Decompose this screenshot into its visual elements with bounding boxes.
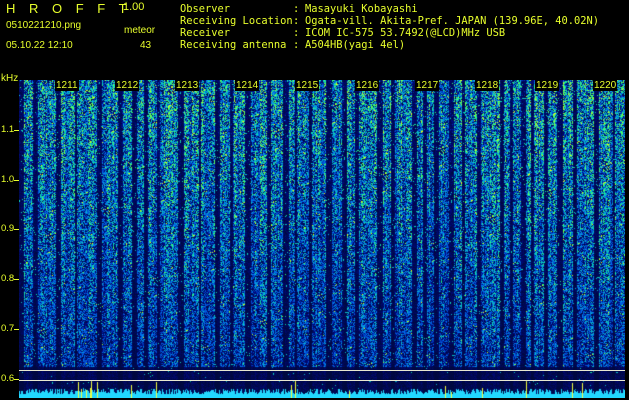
info-colon: : bbox=[293, 39, 300, 51]
time-label: 1212 bbox=[115, 80, 140, 91]
image-filename: 0510221210.png bbox=[6, 20, 82, 31]
spectrogram[interactable] bbox=[19, 80, 625, 398]
info-label: Receiving Location bbox=[180, 15, 293, 27]
time-label: 1215 bbox=[295, 80, 320, 91]
info-value: Masayuki Kobayashi bbox=[305, 3, 418, 15]
info-colon: : bbox=[293, 15, 300, 27]
meteor-label: meteor bbox=[124, 25, 156, 36]
info-label: Receiving antenna bbox=[180, 39, 287, 51]
y-tick-label: 0.8 bbox=[1, 273, 15, 284]
time-label: 1211 bbox=[55, 80, 79, 91]
reference-line bbox=[19, 370, 625, 371]
app-name: H R O F F T bbox=[6, 1, 132, 16]
time-label: 1214 bbox=[235, 80, 260, 91]
y-tick-label: 0.6 bbox=[1, 373, 15, 384]
info-label: Receiver bbox=[180, 27, 231, 39]
header-summary: H R O F F T 1.00 0510221210.png meteor 0… bbox=[0, 0, 170, 70]
y-tick-label: 1.1 bbox=[1, 124, 15, 135]
y-tick-label: 0.9 bbox=[1, 223, 15, 234]
frequency-axis: 1.1 1.0 0.9 0.8 0.7 0.6 bbox=[0, 80, 19, 400]
time-label: 1216 bbox=[355, 80, 380, 91]
reference-line bbox=[19, 380, 625, 381]
time-label: 1219 bbox=[535, 80, 560, 91]
info-value: Ogata-vill. Akita-Pref. JAPAN (139.96E, … bbox=[305, 15, 600, 27]
y-tick-label: 0.7 bbox=[1, 323, 15, 334]
info-colon: : bbox=[293, 27, 300, 39]
time-label: 1220 bbox=[593, 80, 618, 91]
info-value: ICOM IC-575 53.7492(@LCD)MHz USB bbox=[305, 27, 506, 39]
info-colon: : bbox=[293, 3, 300, 15]
info-value: A504HB(yagi 4el) bbox=[305, 39, 406, 51]
time-label: 1217 bbox=[415, 80, 440, 91]
info-label: Observer bbox=[180, 3, 231, 15]
app-version: 1.00 bbox=[123, 1, 145, 13]
y-tick-label: 1.0 bbox=[1, 174, 15, 185]
capture-datetime: 05.10.22 12:10 bbox=[6, 40, 73, 51]
time-label: 1218 bbox=[475, 80, 500, 91]
meteor-count: 43 bbox=[140, 40, 152, 51]
time-label: 1213 bbox=[175, 80, 200, 91]
